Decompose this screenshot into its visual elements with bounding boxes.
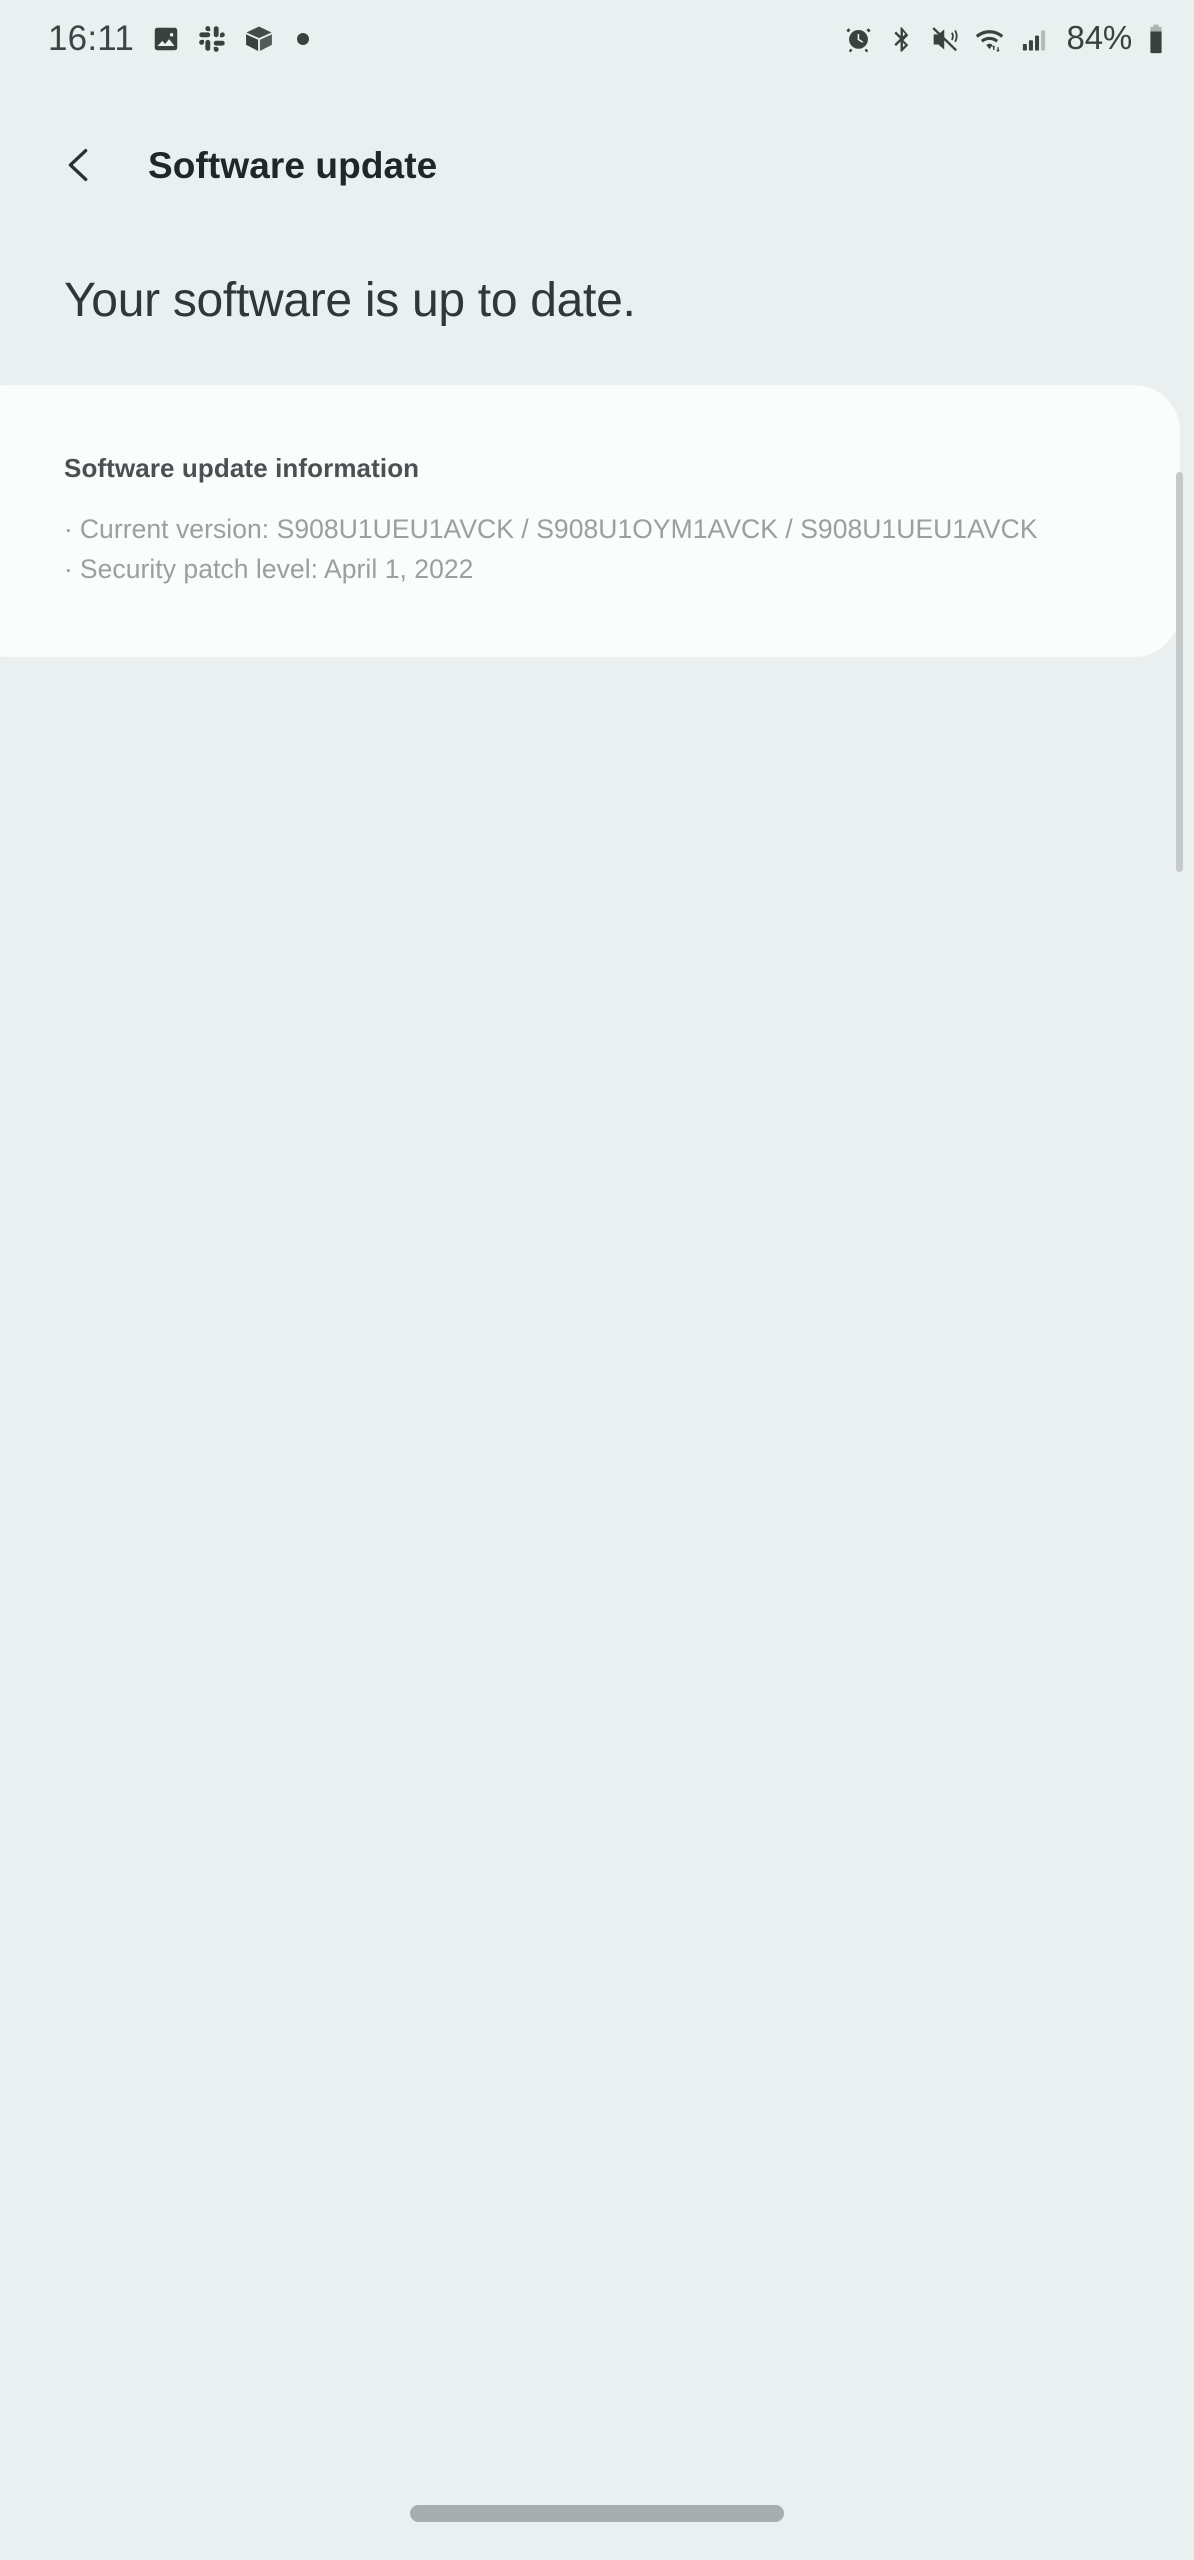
mute-vibrate-icon — [929, 24, 960, 55]
status-bar-right: 84% — [843, 21, 1166, 57]
alarm-icon — [843, 24, 874, 55]
chevron-left-icon — [56, 142, 102, 191]
photos-icon — [151, 24, 181, 54]
status-bar-left: 16:11 — [48, 21, 309, 58]
toolbar: Software update — [0, 120, 1194, 212]
more-dot-icon — [297, 33, 309, 45]
list-item: · Security patch level: April 1, 2022 — [64, 549, 1140, 589]
back-button[interactable] — [48, 135, 110, 197]
status-headline: Your software is up to date. — [64, 274, 636, 327]
list-item: · Current version: S908U1UEU1AVCK / S908U… — [64, 509, 1140, 549]
wifi-icon — [973, 23, 1006, 56]
status-bar: 16:11 84% — [0, 0, 1194, 78]
bullet-icon: · — [64, 554, 73, 585]
package-icon — [243, 23, 275, 55]
cellular-signal-icon — [1019, 24, 1050, 55]
software-update-info-card: Software update information · Current ver… — [0, 385, 1180, 657]
security-patch-text: Security patch level: April 1, 2022 — [79, 554, 474, 585]
battery-percent-label: 84% — [1066, 19, 1133, 56]
current-version-text: Current version: S908U1UEU1AVCK / S908U1… — [79, 514, 1038, 544]
bluetooth-icon — [887, 25, 916, 54]
home-gesture-bar[interactable] — [410, 2505, 784, 2522]
page-title: Software update — [148, 145, 438, 186]
card-body: · Current version: S908U1UEU1AVCK / S908U… — [64, 509, 1140, 590]
slack-icon — [198, 25, 226, 53]
status-clock: 16:11 — [48, 18, 134, 58]
vertical-scrollbar[interactable] — [1176, 472, 1183, 872]
card-title: Software update information — [64, 453, 420, 483]
bullet-icon: · — [64, 514, 73, 544]
battery-icon — [1146, 23, 1166, 55]
